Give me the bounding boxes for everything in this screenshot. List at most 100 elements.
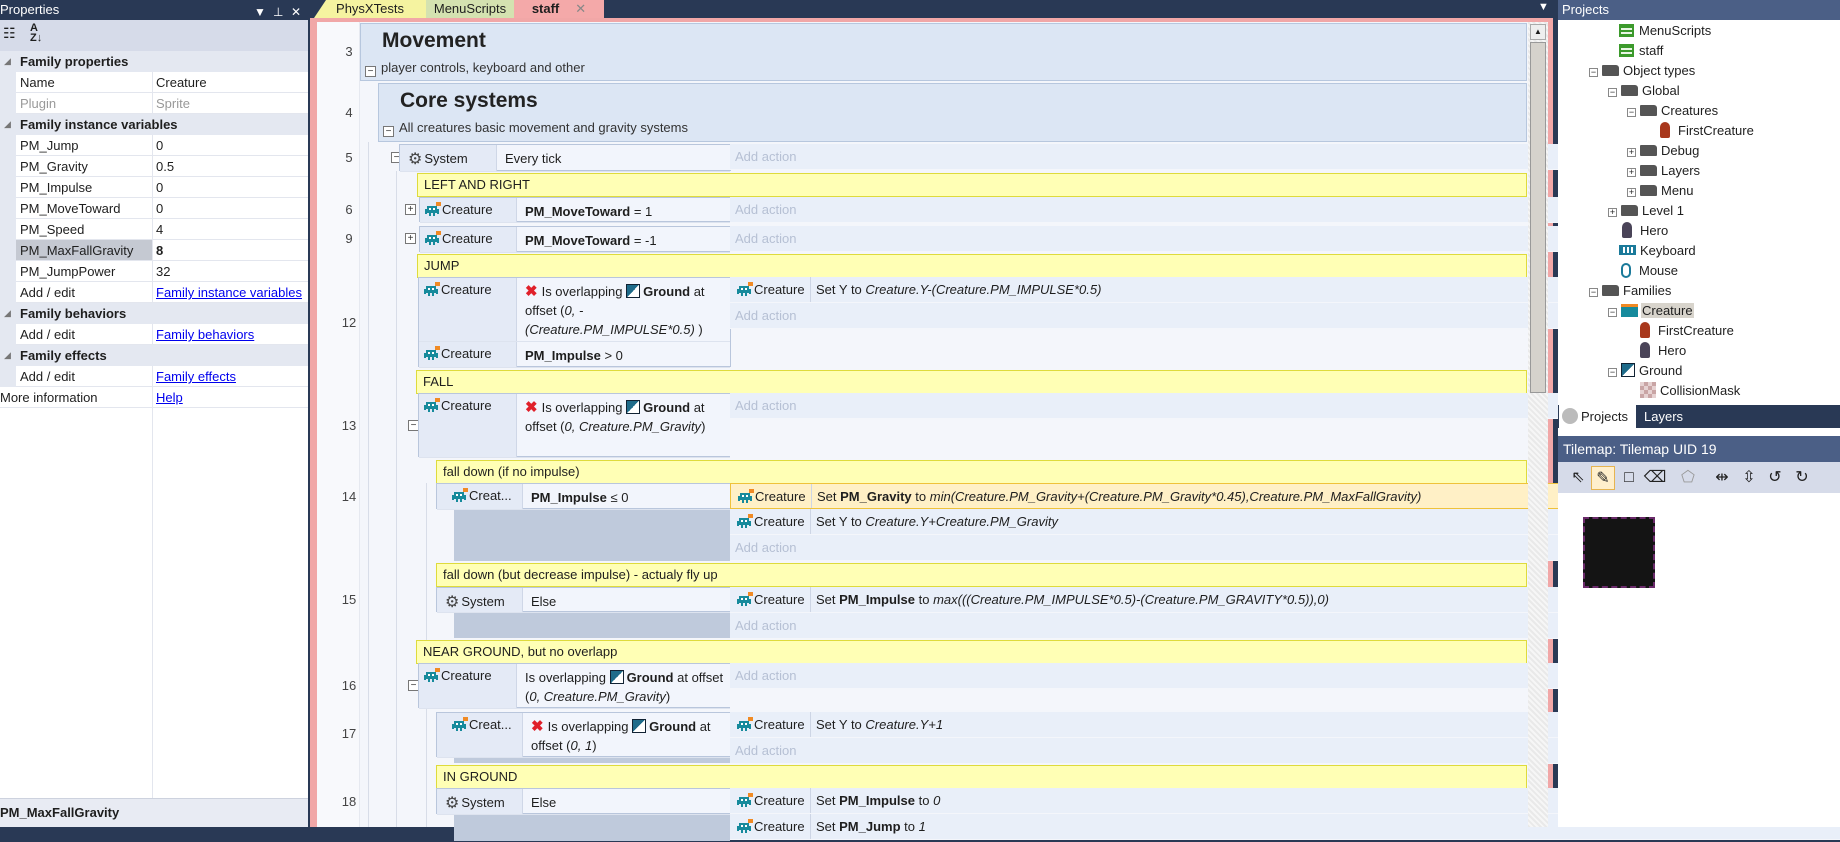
tree-item[interactable]: Keyboard [1619, 241, 1696, 261]
add-action-button[interactable]: Add action [730, 149, 796, 164]
collapse-triangle-icon[interactable]: ◢ [4, 114, 11, 135]
property-value[interactable]: 4 [152, 219, 308, 239]
link-family-behaviors[interactable]: Family behaviors [156, 327, 254, 342]
add-action-button[interactable]: Add action [730, 398, 796, 413]
property-row[interactable]: PM_MaxFallGravity 8 [0, 240, 308, 261]
add-action-button[interactable]: Add action [730, 668, 796, 683]
comment[interactable]: fall down (but decrease impulse) - actua… [436, 563, 1527, 587]
condition-row[interactable]: Creat... PM_Impulse ≤ 0 [437, 484, 730, 510]
property-row[interactable]: Name Creature [0, 72, 308, 93]
property-value[interactable]: 0.5 [152, 156, 308, 176]
condition-row[interactable]: ⚙ System Else [437, 789, 730, 815]
event-group[interactable]: Core systems − All creatures basic movemen… [378, 83, 1527, 142]
property-value[interactable]: 32 [152, 261, 308, 281]
tree-collapse-icon[interactable]: − [1608, 88, 1617, 97]
collapse-icon[interactable]: − [383, 126, 394, 137]
property-value[interactable]: Family effects [152, 366, 308, 386]
tab-projects[interactable]: Projects [1559, 405, 1636, 428]
tree-item[interactable]: staff [1619, 41, 1663, 61]
tree-item[interactable]: + Menu [1627, 181, 1694, 201]
event-group[interactable]: Movement − player controls, keyboard and o… [360, 23, 1527, 81]
property-row[interactable]: Plugin Sprite [0, 93, 308, 114]
tree-item[interactable]: MenuScripts [1619, 21, 1711, 41]
comment[interactable]: FALL [416, 370, 1527, 394]
categorized-icon[interactable]: ☷ [3, 25, 16, 42]
help-link[interactable]: Help [156, 390, 183, 405]
link-family-effects[interactable]: Family effects [156, 369, 236, 384]
tree-collapse-icon[interactable]: − [1627, 108, 1636, 117]
event-conditions[interactable]: ⚙ System Else [436, 587, 731, 613]
property-value[interactable]: Creature [152, 72, 308, 92]
property-row[interactable]: Add / edit Family instance variables [0, 282, 308, 303]
tree-item[interactable]: + Level 1 [1608, 201, 1684, 221]
comment[interactable]: LEFT AND RIGHT [417, 173, 1527, 197]
rotate-ccw-icon[interactable]: ↺ [1763, 466, 1787, 490]
event-conditions[interactable]: Creature ✖ Is overlapping Ground at offset… [418, 277, 731, 368]
event-conditions[interactable]: ⚙ System Else [436, 788, 731, 815]
tree-item[interactable]: Mouse [1621, 261, 1678, 281]
event-conditions[interactable]: Creature Is overlapping Ground at offset … [418, 663, 731, 709]
condition-row[interactable]: Creature PM_Impulse > 0 [419, 342, 730, 368]
property-value[interactable]: Family behaviors [152, 324, 308, 344]
tree-item[interactable]: − Families [1589, 281, 1671, 301]
tree-expand-icon[interactable]: + [1627, 168, 1636, 177]
tree-item[interactable]: − Creature [1608, 301, 1694, 321]
tab-list-dropdown-icon[interactable]: ▼ [1538, 1, 1549, 13]
add-action-button[interactable]: Add action [730, 308, 796, 323]
property-value[interactable]: 0 [152, 135, 308, 155]
tile-swatch[interactable] [1583, 517, 1655, 588]
property-value[interactable]: Family instance variables [152, 282, 308, 302]
select-cursor-icon[interactable]: ⇖ [1566, 466, 1590, 490]
tree-item[interactable]: Hero [1640, 341, 1686, 361]
tree-expand-icon[interactable]: + [1608, 208, 1617, 217]
condition-row[interactable]: ⚙ System Every tick [400, 145, 730, 172]
eraser-icon[interactable]: ⌫ [1643, 466, 1667, 490]
add-action-button[interactable]: Add action [730, 540, 796, 555]
comment[interactable]: fall down (if no impulse) [436, 460, 1527, 484]
property-row[interactable]: PM_JumpPower 32 [0, 261, 308, 282]
condition-row[interactable]: Creature ✖ Is overlapping Ground at offset… [419, 278, 730, 342]
collapse-triangle-icon[interactable]: ◢ [4, 51, 11, 72]
collapse-icon[interactable]: − [365, 66, 376, 77]
tree-expand-icon[interactable]: + [1627, 148, 1636, 157]
pencil-icon[interactable]: ✎ [1591, 466, 1615, 490]
tree-expand-icon[interactable]: + [1627, 188, 1636, 197]
add-action-button[interactable]: Add action [730, 202, 796, 217]
add-action-button[interactable]: Add action [730, 743, 796, 758]
expand-icon[interactable]: + [405, 204, 416, 215]
tab-physxtests[interactable]: PhysXTests [314, 0, 426, 18]
event-conditions[interactable]: Creature ✖ Is overlapping Ground at offset… [418, 393, 731, 458]
tab-layers[interactable]: Layers [1640, 405, 1687, 428]
tree-collapse-icon[interactable]: − [1608, 368, 1617, 377]
dropdown-icon[interactable]: ▼ [254, 2, 266, 22]
property-group-header[interactable]: ◢ Family properties [0, 51, 308, 72]
tree-collapse-icon[interactable]: − [1589, 288, 1598, 297]
property-row[interactable]: PM_Gravity 0.5 [0, 156, 308, 177]
tree-item[interactable]: − Ground [1608, 361, 1682, 381]
tree-item[interactable]: CollisionMask [1640, 381, 1740, 401]
event-conditions[interactable]: ⚙ System Every tick [399, 144, 731, 172]
tab-menuscripts[interactable]: MenuScripts [426, 0, 514, 18]
tree-item[interactable]: + Debug [1627, 141, 1699, 161]
event-conditions[interactable]: Creature PM_MoveToward = -1 [419, 226, 731, 253]
property-row[interactable]: PM_MoveToward 0 [0, 198, 308, 219]
tree-item[interactable]: + Layers [1627, 161, 1700, 181]
tree-item[interactable]: Hero [1622, 221, 1668, 241]
add-action-button[interactable]: Add action [730, 618, 796, 633]
tree-collapse-icon[interactable]: − [1608, 308, 1617, 317]
event-conditions[interactable]: Creat... PM_Impulse ≤ 0 [436, 483, 731, 510]
tree-item[interactable]: FirstCreature [1640, 321, 1734, 341]
comment[interactable]: JUMP [417, 254, 1527, 278]
property-group-header[interactable]: ◢ Family instance variables [0, 114, 308, 135]
link-family-instance-variables[interactable]: Family instance variables [156, 285, 302, 300]
property-value[interactable]: 0 [152, 177, 308, 197]
rectangle-icon[interactable]: □ [1617, 466, 1641, 490]
mirror-icon[interactable]: ⇹ [1710, 466, 1734, 490]
property-row[interactable]: PM_Speed 4 [0, 219, 308, 240]
condition-row[interactable]: Creature PM_MoveToward = -1 [420, 227, 730, 253]
tree-collapse-icon[interactable]: − [1589, 68, 1598, 77]
event-conditions[interactable]: Creat... ✖ Is overlapping Ground at offset… [436, 712, 731, 758]
add-action-button[interactable]: Add action [730, 231, 796, 246]
tree-item[interactable]: − Object types [1589, 61, 1695, 81]
condition-row[interactable]: ⚙ System Else [437, 588, 730, 613]
